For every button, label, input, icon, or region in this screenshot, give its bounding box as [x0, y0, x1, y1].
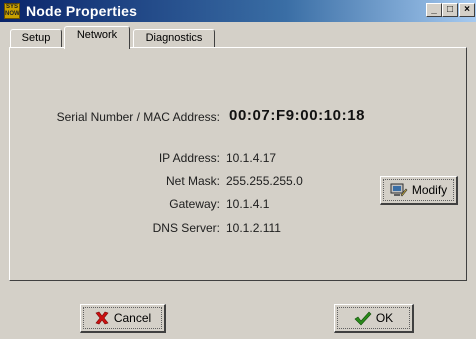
tab-diagnostics[interactable]: Diagnostics: [133, 29, 215, 48]
ip-address-label: IP Address:: [158, 151, 220, 165]
ok-button-label: OK: [375, 311, 394, 325]
minimize-icon: _: [431, 4, 437, 15]
tab-diagnostics-label: Diagnostics: [145, 32, 203, 44]
dns-server-value: 10.1.2.111: [226, 221, 281, 235]
modify-button-label: Modify: [411, 183, 448, 197]
modify-button[interactable]: Modify: [380, 176, 458, 205]
cancel-button[interactable]: Cancel: [80, 304, 166, 333]
tab-setup-label: Setup: [21, 32, 51, 44]
net-mask-value: 255.255.255.0: [226, 174, 303, 188]
node-properties-window: SYS NOW Node Properties _ □ × Setup Netw…: [0, 0, 476, 339]
cancel-button-label: Cancel: [113, 311, 152, 325]
ok-button[interactable]: OK: [334, 304, 414, 333]
close-button[interactable]: ×: [459, 3, 475, 17]
net-mask-label: Net Mask:: [165, 174, 220, 188]
maximize-button[interactable]: □: [442, 3, 458, 17]
app-icon: SYS NOW: [4, 3, 20, 19]
gateway-value: 10.1.4.1: [226, 197, 270, 211]
x-icon: [95, 311, 109, 325]
tab-setup[interactable]: Setup: [10, 29, 62, 48]
minimize-button[interactable]: _: [426, 3, 442, 17]
network-panel: Serial Number / MAC Address: 00:07:F9:00…: [9, 47, 467, 281]
checkmark-icon: [354, 311, 372, 326]
serial-mac-value: 00:07:F9:00:10:18: [229, 107, 366, 124]
tab-network-label: Network: [76, 29, 118, 41]
dns-server-label: DNS Server:: [152, 221, 220, 235]
maximize-icon: □: [446, 4, 454, 15]
close-icon: ×: [464, 4, 470, 15]
gateway-label: Gateway:: [169, 197, 220, 211]
ip-address-value: 10.1.4.17: [226, 151, 277, 165]
title-bar[interactable]: SYS NOW Node Properties _ □ ×: [0, 0, 476, 22]
window-title: Node Properties: [26, 3, 138, 19]
serial-mac-label: Serial Number / MAC Address:: [56, 110, 220, 124]
tab-network[interactable]: Network: [64, 26, 130, 49]
computer-edit-icon: [390, 183, 408, 197]
